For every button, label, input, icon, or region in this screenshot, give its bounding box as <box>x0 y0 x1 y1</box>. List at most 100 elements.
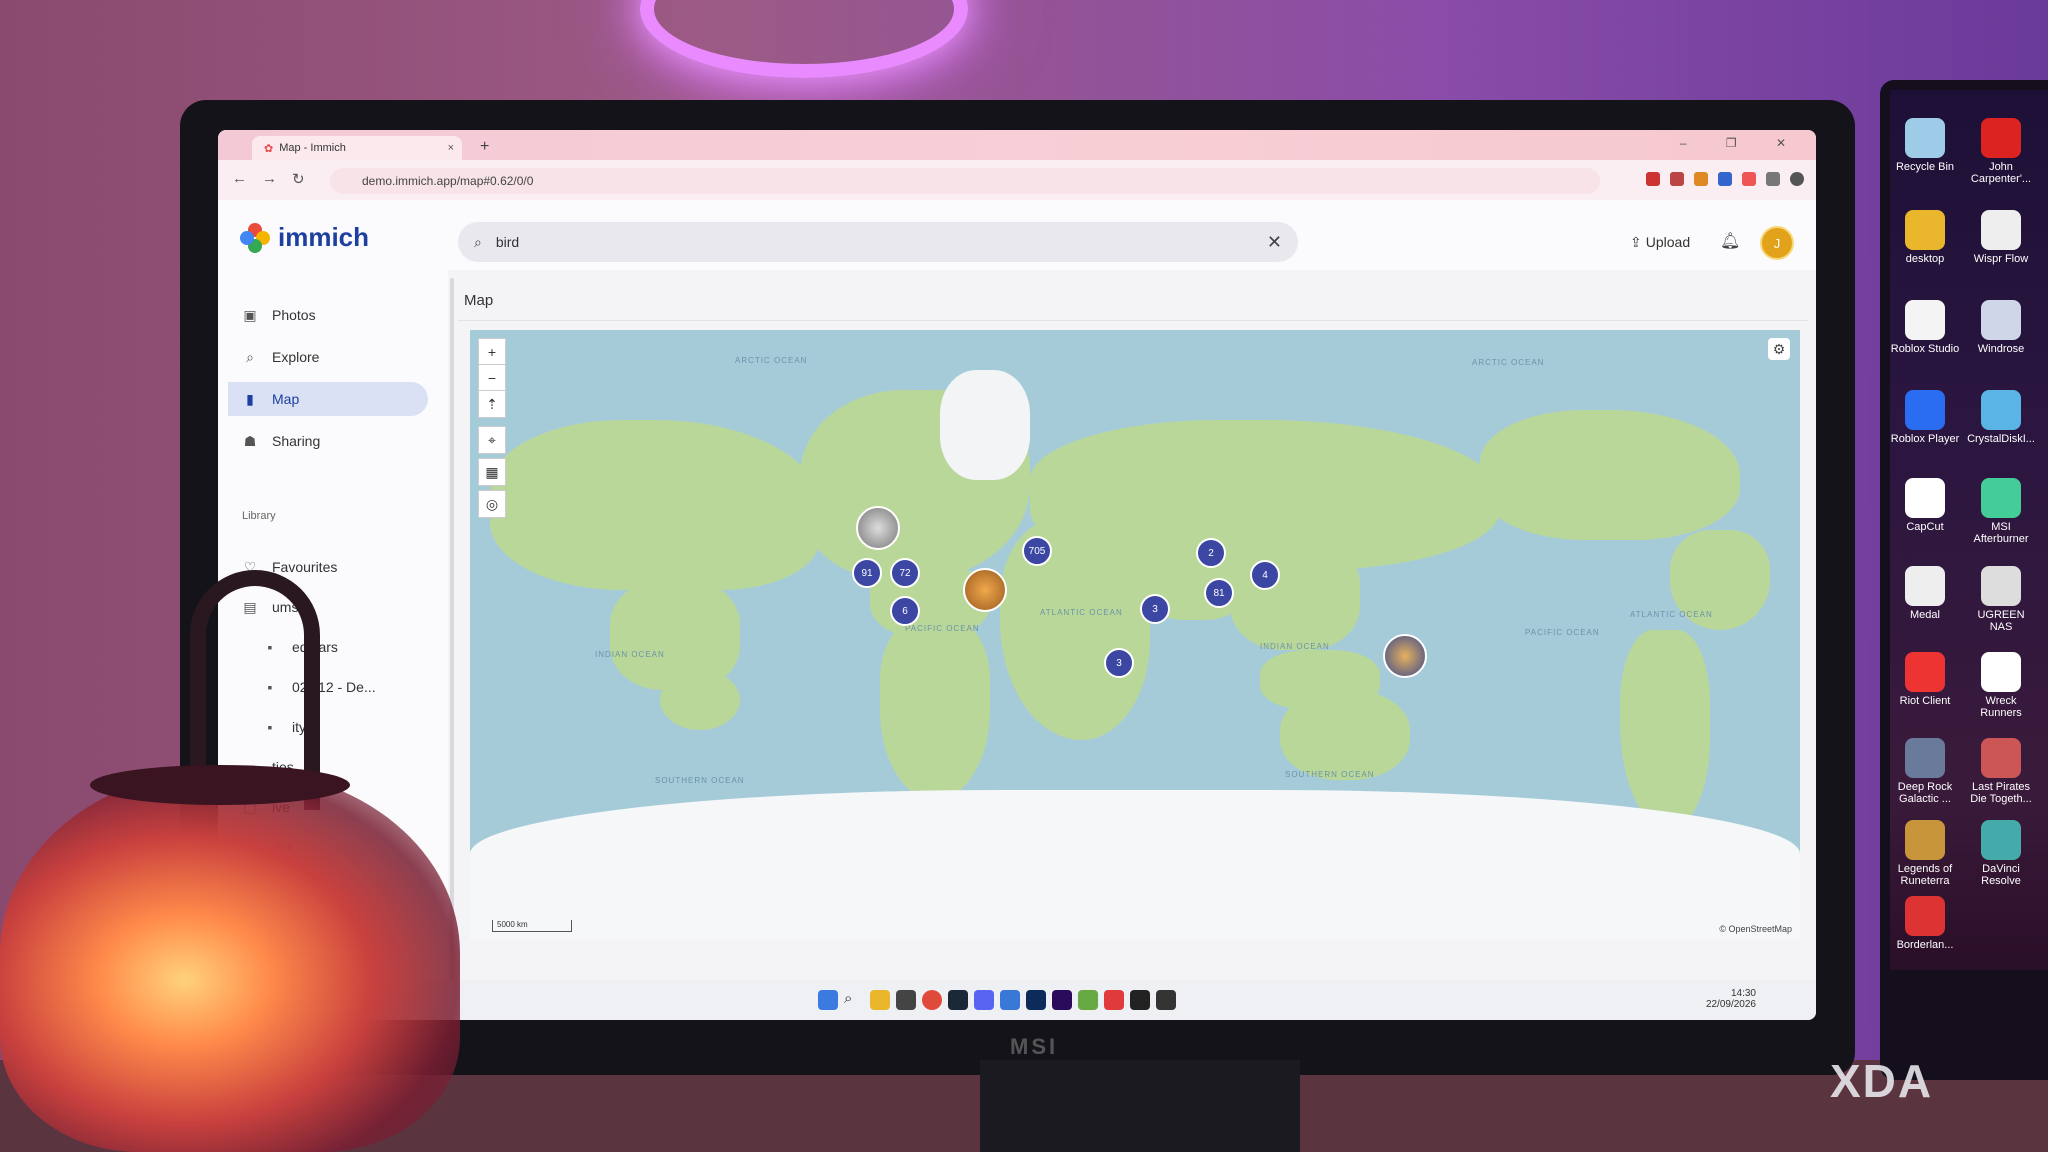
file-explorer-icon[interactable] <box>870 990 890 1010</box>
opera-icon[interactable] <box>1646 172 1660 186</box>
world-map[interactable]: ARCTIC OCEAN ARCTIC OCEAN PACIFIC OCEAN … <box>470 330 1800 940</box>
tab-close-icon[interactable]: × <box>448 142 454 154</box>
desktop-icon[interactable]: Riot Client <box>1890 652 1960 707</box>
cluster-marker[interactable]: 91 <box>852 558 882 588</box>
clock-date: 22/09/2026 <box>1705 999 1756 1010</box>
user-avatar[interactable]: J <box>1760 226 1794 260</box>
sidebar-item-sharing[interactable]: ☗ Sharing <box>228 424 428 458</box>
desktop-icon[interactable]: Recycle Bin <box>1890 118 1960 173</box>
ocean-label: PACIFIC OCEAN <box>905 624 980 633</box>
chrome-icon[interactable] <box>922 990 942 1010</box>
desktop-icon[interactable]: Legends of Runeterra <box>1890 820 1960 887</box>
app-icon[interactable] <box>1000 990 1020 1010</box>
cluster-marker[interactable]: 6 <box>890 596 920 626</box>
extension-icon[interactable] <box>1694 172 1708 186</box>
roblox-studio-icon <box>1905 300 1945 340</box>
map-settings-icon[interactable]: ⚙ <box>1768 338 1790 360</box>
desktop-icon[interactable]: Windrose <box>1966 300 2036 355</box>
cluster-marker[interactable]: 3 <box>1104 648 1134 678</box>
notification-bell-icon[interactable]: 🔔︎ <box>1720 231 1740 251</box>
desktop-icon[interactable]: Wreck Runners <box>1966 652 2036 719</box>
browser-tab[interactable]: ✿ Map - Immich × <box>252 136 462 160</box>
compass-button[interactable]: ⇡ <box>478 390 506 418</box>
locate-button[interactable]: ⌖ <box>478 426 506 454</box>
sidebar-item-explore[interactable]: ⌕ Explore <box>228 340 428 374</box>
cluster-marker[interactable]: 3 <box>1140 594 1170 624</box>
url-field[interactable]: demo.immich.app/map#0.62/0/0 <box>330 168 1600 194</box>
desktop-icon[interactable]: Medal <box>1890 566 1960 621</box>
steam-icon[interactable] <box>948 990 968 1010</box>
search-icon: ⌕ <box>246 348 254 365</box>
sidebar-item-photos[interactable]: ▣ Photos <box>228 298 428 332</box>
desktop-icon[interactable]: CrystalDiskI... <box>1966 390 2036 445</box>
start-icon[interactable] <box>818 990 838 1010</box>
photoshop-icon[interactable] <box>1026 990 1046 1010</box>
extension-icon[interactable] <box>1670 172 1684 186</box>
lamp-cap <box>90 765 350 805</box>
sidebar-item-label: Explore <box>272 349 320 365</box>
map-icon: ▮ <box>246 390 254 407</box>
new-tab-button[interactable]: + <box>480 138 489 156</box>
cluster-marker[interactable]: 81 <box>1204 578 1234 608</box>
immich-logo[interactable]: immich <box>240 222 369 253</box>
search-icon[interactable]: ⌕ <box>844 990 864 1010</box>
reload-button[interactable]: ↻ <box>292 170 305 188</box>
discord-icon[interactable] <box>974 990 994 1010</box>
land-region <box>1280 690 1410 780</box>
cluster-marker[interactable]: 4 <box>1250 560 1280 590</box>
monitor-screen: ✿ Map - Immich × + – ❐ ✕ ← → ↻ demo.immi… <box>218 130 1816 1020</box>
extension-icon[interactable] <box>1742 172 1756 186</box>
game-icon <box>1981 118 2021 158</box>
gallery-button[interactable]: ▦ <box>478 458 506 486</box>
desktop-icon[interactable]: John Carpenter'... <box>1966 118 2036 185</box>
app-icon[interactable] <box>1078 990 1098 1010</box>
photo-marker[interactable] <box>856 506 900 550</box>
app-icon[interactable] <box>1104 990 1124 1010</box>
sidebar-item-map[interactable]: ▮ Map <box>228 382 428 416</box>
desktop-icon[interactable]: DaVinci Resolve <box>1966 820 2036 887</box>
borderlands-icon <box>1905 896 1945 936</box>
premiere-icon[interactable] <box>1052 990 1072 1010</box>
app-icon[interactable] <box>1130 990 1150 1010</box>
runeterra-icon <box>1905 820 1945 860</box>
photo-marker[interactable] <box>1383 634 1427 678</box>
zoom-out-button[interactable]: − <box>478 364 506 392</box>
photo-marker[interactable] <box>963 568 1007 612</box>
zoom-in-button[interactable]: + <box>478 338 506 366</box>
globe-button[interactable]: ◎ <box>478 490 506 518</box>
desktop-icon[interactable]: Roblox Studio <box>1890 300 1960 355</box>
upload-button[interactable]: ⇪ Upload <box>1630 234 1690 251</box>
land-region <box>1620 630 1710 830</box>
extension-icon[interactable] <box>1718 172 1732 186</box>
desktop-icon[interactable]: Borderlan... <box>1890 896 1960 951</box>
immich-favicon-icon: ✿ <box>264 142 274 155</box>
desktop-icon[interactable]: desktop <box>1890 210 1960 265</box>
desktop-icon[interactable]: Roblox Player <box>1890 390 1960 445</box>
app-icon[interactable] <box>1156 990 1176 1010</box>
window-controls[interactable]: – ❐ ✕ <box>1680 136 1804 150</box>
msi-afterburner-icon <box>1981 478 2021 518</box>
title-divider <box>458 320 1808 321</box>
download-icon[interactable] <box>1766 172 1780 186</box>
secondary-desktop: Recycle Bin John Carpenter'... desktop W… <box>1890 90 2048 970</box>
desktop-icon[interactable]: Last Pirates Die Togeth... <box>1966 738 2036 805</box>
clear-search-icon[interactable]: ✕ <box>1267 232 1282 253</box>
recycle-bin-icon <box>1905 118 1945 158</box>
cluster-marker[interactable]: 2 <box>1196 538 1226 568</box>
desktop-icon[interactable]: Deep Rock Galactic ... <box>1890 738 1960 805</box>
search-input[interactable]: ⌕ bird ✕ <box>458 222 1298 262</box>
desktop-icon[interactable]: Wispr Flow <box>1966 210 2036 265</box>
desktop-icon[interactable]: UGREEN NAS <box>1966 566 2036 633</box>
forward-button[interactable]: → <box>262 170 277 187</box>
back-button[interactable]: ← <box>232 170 247 187</box>
app-icon[interactable] <box>896 990 916 1010</box>
glass-lamp <box>0 770 460 1152</box>
map-attribution[interactable]: © OpenStreetMap <box>1719 924 1792 934</box>
search-icon: ⌕ <box>474 233 482 250</box>
cluster-marker[interactable]: 705 <box>1022 536 1052 566</box>
cluster-marker[interactable]: 72 <box>890 558 920 588</box>
taskbar-clock[interactable]: 14:30 22/09/2026 <box>1706 988 1756 1010</box>
desktop-icon[interactable]: CapCut <box>1890 478 1960 533</box>
profile-icon[interactable] <box>1790 172 1804 186</box>
desktop-icon[interactable]: MSI Afterburner <box>1966 478 2036 545</box>
